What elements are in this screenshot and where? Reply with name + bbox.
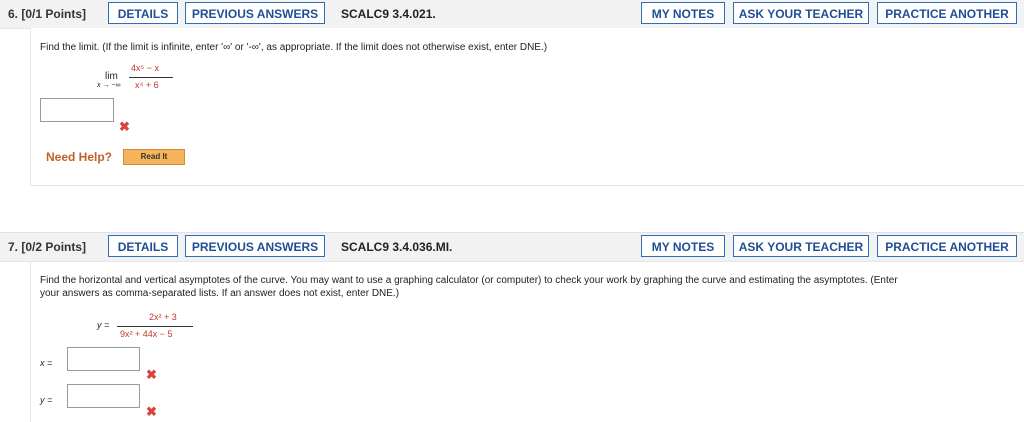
- q6-practice-another-button[interactable]: PRACTICE ANOTHER: [877, 2, 1017, 24]
- q7-details-button[interactable]: DETAILS: [108, 235, 178, 257]
- q7-body: Find the horizontal and vertical asympto…: [30, 262, 1024, 422]
- q6-need-help-label: Need Help?: [46, 150, 113, 164]
- q6-fraction-bar: [129, 77, 173, 78]
- q7-numerator: 2x² + 3: [149, 312, 177, 322]
- q6-incorrect-icon: ✖: [119, 119, 130, 134]
- q6-number-points: 6. [0/1 Points]: [8, 7, 87, 21]
- q7-practice-another-button[interactable]: PRACTICE ANOTHER: [877, 235, 1017, 257]
- q7-y-equals: y =: [97, 320, 110, 330]
- q6-denominator: x⁴ + 6: [135, 80, 159, 90]
- q7-x-label: x =: [40, 358, 53, 368]
- q6-answer-input[interactable]: [40, 98, 114, 122]
- q7-problem-code: SCALC9 3.4.036.MI.: [341, 240, 453, 254]
- q6-my-notes-button[interactable]: MY NOTES: [641, 2, 725, 24]
- q7-y-incorrect-icon: ✖: [146, 404, 157, 419]
- q7-prompt-line2: your answers as comma-separated lists. I…: [40, 288, 400, 299]
- q6-problem-code: SCALC9 3.4.021.: [341, 7, 436, 21]
- q7-fraction-bar: [117, 326, 193, 327]
- q7-number-points: 7. [0/2 Points]: [8, 240, 87, 254]
- q6-prompt: Find the limit. (If the limit is infinit…: [40, 42, 548, 53]
- q7-prompt-line1: Find the horizontal and vertical asympto…: [40, 275, 898, 286]
- q6-read-it-button[interactable]: Read It: [123, 149, 185, 165]
- q6-lim: lim: [105, 71, 118, 82]
- q7-x-incorrect-icon: ✖: [146, 367, 157, 382]
- q7-my-notes-button[interactable]: MY NOTES: [641, 235, 725, 257]
- q7-ask-teacher-button[interactable]: ASK YOUR TEACHER: [733, 235, 869, 257]
- q7-y-label: y =: [40, 395, 53, 405]
- q6-ask-teacher-button[interactable]: ASK YOUR TEACHER: [733, 2, 869, 24]
- q6-details-button[interactable]: DETAILS: [108, 2, 178, 24]
- q6-previous-answers-button[interactable]: PREVIOUS ANSWERS: [185, 2, 325, 24]
- q7-header: 7. [0/2 Points] DETAILS PREVIOUS ANSWERS…: [0, 232, 1024, 262]
- q6-numerator: 4x⁵ − x: [131, 63, 159, 73]
- q7-previous-answers-button[interactable]: PREVIOUS ANSWERS: [185, 235, 325, 257]
- q7-y-answer-input[interactable]: [67, 384, 140, 408]
- q7-denominator: 9x² + 44x − 5: [120, 329, 173, 339]
- q6-header: 6. [0/1 Points] DETAILS PREVIOUS ANSWERS…: [0, 0, 1024, 29]
- q6-body: Find the limit. (If the limit is infinit…: [30, 28, 1024, 186]
- q6-lim-sub: x → −∞: [97, 82, 121, 89]
- q7-x-answer-input[interactable]: [67, 347, 140, 371]
